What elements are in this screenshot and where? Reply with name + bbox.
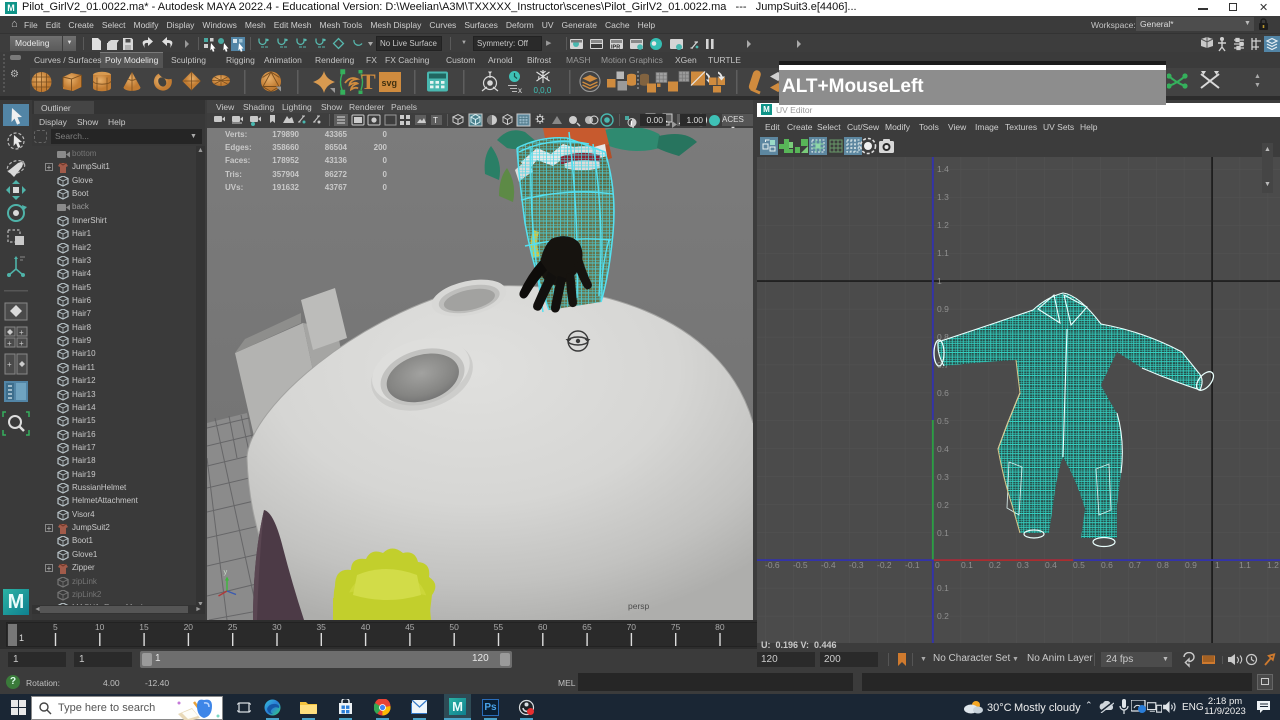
svg-text:20: 20 [184, 622, 194, 632]
svg-text:persp: persp [628, 601, 650, 611]
svg-text:45: 45 [405, 622, 415, 632]
svg-text:+: + [7, 339, 12, 348]
svg-text:svg: svg [382, 78, 398, 88]
svg-text:40: 40 [361, 622, 371, 632]
svg-text:70: 70 [627, 622, 637, 632]
svg-text:10: 10 [95, 622, 105, 632]
svg-text:75: 75 [671, 622, 681, 632]
svg-text:+: + [19, 339, 24, 348]
svg-text:15: 15 [139, 622, 149, 632]
svg-text:25: 25 [228, 622, 238, 632]
svg-text:80: 80 [715, 622, 725, 632]
svg-text:+: + [7, 360, 12, 369]
svg-text:x: x [518, 86, 522, 95]
svg-text:55: 55 [494, 622, 504, 632]
svg-text:30: 30 [272, 622, 282, 632]
svg-text:T: T [433, 116, 438, 125]
svg-text:+: + [19, 328, 24, 337]
svg-text:T: T [361, 69, 376, 94]
svg-text:50: 50 [449, 622, 459, 632]
svg-text:5: 5 [53, 622, 58, 632]
svg-text:35: 35 [316, 622, 326, 632]
svg-text:y: y [224, 567, 228, 576]
svg-text:IPR: IPR [611, 45, 620, 51]
svg-text:65: 65 [582, 622, 592, 632]
svg-text:60: 60 [538, 622, 548, 632]
svg-text:0,0,0: 0,0,0 [534, 86, 552, 95]
